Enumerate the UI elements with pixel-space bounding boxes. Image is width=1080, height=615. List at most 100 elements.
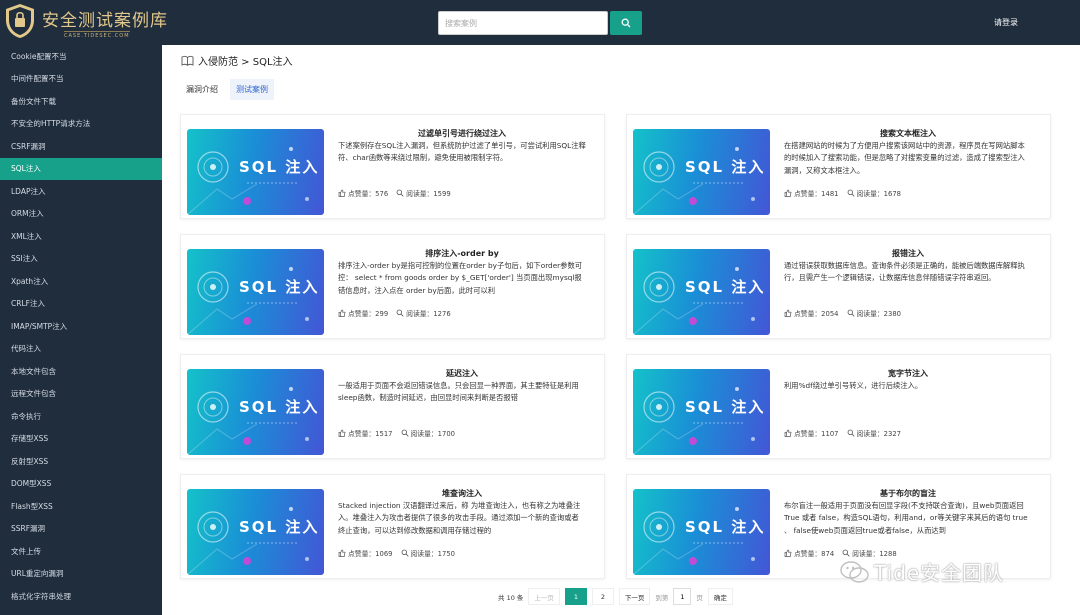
likes-stat: 点赞量：1517 <box>338 428 393 438</box>
case-stats: 点赞量：1517 阅读量：1700 <box>338 428 455 438</box>
case-thumbnail[interactable]: SQL 注入 <box>187 489 324 575</box>
thumbs-up-icon <box>338 189 346 197</box>
case-card[interactable]: SQL 注入 过滤单引号进行绕过注入 下述案例存在SQL注入漏洞，但系统防护过滤了单… <box>180 114 605 219</box>
login-link[interactable]: 请登录 <box>994 17 1018 28</box>
case-title[interactable]: 报错注入 <box>784 248 1032 259</box>
sidebar-item[interactable]: XML注入 <box>0 225 162 248</box>
case-thumbnail[interactable]: SQL 注入 <box>187 369 324 455</box>
sidebar-item[interactable]: SQL注入 <box>0 157 162 180</box>
case-description: 利用%df绕过单引号转义，进行后续注入。 <box>784 381 923 390</box>
sidebar-item[interactable]: 本地文件包含 <box>0 360 162 383</box>
likes-stat: 点赞量：1069 <box>338 548 393 558</box>
goto-page-input[interactable] <box>673 588 692 605</box>
sidebar-item[interactable]: SSI注入 <box>0 248 162 271</box>
breadcrumb: 入侵防范 > SQL注入 <box>181 53 293 68</box>
sidebar-item[interactable]: CSRF漏洞 <box>0 135 162 158</box>
case-thumbnail[interactable]: SQL 注入 <box>187 249 324 335</box>
case-card[interactable]: SQL 注入 宽字节注入 利用%df绕过单引号转义，进行后续注入。 点赞量：1107 阅… <box>626 354 1051 459</box>
thumbnail-label: SQL 注入 <box>685 158 766 176</box>
likes-stat: 点赞量：874 <box>784 548 834 558</box>
sidebar-item[interactable]: 格式化字符串处理 <box>0 585 162 608</box>
case-card[interactable]: SQL 注入 报错注入通过错误获取数据库信息。查询条件必须是正确的，能被后端数据库… <box>626 234 1051 339</box>
sidebar-item[interactable]: Xpath注入 <box>0 270 162 293</box>
thumbs-up-icon <box>784 549 792 557</box>
reads-count: 阅读量：2327 <box>856 430 902 438</box>
likes-count: 点赞量：1517 <box>348 430 393 438</box>
sidebar-item[interactable]: 命令执行 <box>0 405 162 428</box>
sidebar-item[interactable]: Cookie配置不当 <box>0 45 162 68</box>
pagination-total: 共 10 条 <box>498 593 524 602</box>
main-content: 入侵防范 > SQL注入 漏洞介绍 测试案例 SQL 注入 过滤单引号进行绕过注入… <box>162 45 1080 615</box>
case-title[interactable]: 基于布尔的盲注 <box>784 488 1032 499</box>
goto-confirm-button[interactable]: 确定 <box>707 588 733 605</box>
case-stats: 点赞量：2054 阅读量：2380 <box>784 308 901 318</box>
likes-count: 点赞量：576 <box>348 190 389 198</box>
case-thumbnail[interactable]: SQL 注入 <box>633 489 770 575</box>
sidebar-item[interactable]: 存储型XSS <box>0 428 162 451</box>
next-page-button[interactable]: 下一页 <box>618 588 651 605</box>
thumbnail-label: SQL 注入 <box>239 518 320 536</box>
reads-count: 阅读量：1750 <box>410 550 456 558</box>
case-thumbnail[interactable]: SQL 注入 <box>633 249 770 335</box>
wechat-icon <box>840 560 869 583</box>
sidebar-item[interactable]: 远程文件包含 <box>0 383 162 406</box>
sidebar-item[interactable]: 不安全的HTTP请求方法 <box>0 113 162 136</box>
tab-vuln-intro[interactable]: 漏洞介绍 <box>180 79 224 100</box>
likes-count: 点赞量：2054 <box>794 310 839 318</box>
sidebar-item[interactable]: Flash型XSS <box>0 495 162 518</box>
sidebar-item[interactable]: ORM注入 <box>0 203 162 226</box>
page-button-2[interactable]: 2 <box>591 588 614 605</box>
sidebar-item[interactable]: 备份文件下载 <box>0 90 162 113</box>
sidebar-item[interactable]: SSRF漏洞 <box>0 518 162 541</box>
sidebar-item[interactable]: LDAP注入 <box>0 180 162 203</box>
thumbnail-label: SQL 注入 <box>239 278 320 296</box>
case-stats: 点赞量：1069 阅读量：1750 <box>338 548 455 558</box>
sidebar-item[interactable]: 中间件配置不当 <box>0 68 162 91</box>
case-card[interactable]: SQL 注入 搜索文本框注入在搭建网站的时候为了方便用户搜索该网站中的资源，程序员… <box>626 114 1051 219</box>
case-description: 通过错误获取数据库信息。查询条件必须是正确的，能被后端数据库解释执行，且需产生一… <box>784 261 1025 283</box>
case-thumbnail[interactable]: SQL 注入 <box>187 129 324 215</box>
case-card[interactable]: SQL 注入 延迟注入 一般适用于页面不会返回错误信息。只会回显一种界面，其主要特征… <box>180 354 605 459</box>
likes-stat: 点赞量：576 <box>338 188 388 198</box>
pagination: 共 10 条 上一页 1 2 下一页 到第 页 确定 <box>498 588 733 605</box>
search-icon <box>847 189 855 197</box>
tab-test-cases[interactable]: 测试案例 <box>230 79 274 100</box>
search-button[interactable] <box>610 11 642 35</box>
case-description: 排序注入-order by是指可控制的位置在order by子句后，如下orde… <box>338 261 583 295</box>
likes-count: 点赞量：1481 <box>794 190 839 198</box>
case-title[interactable]: 延迟注入 <box>338 368 586 379</box>
sidebar-item[interactable]: 文件上传 <box>0 540 162 563</box>
site-logo[interactable]: 安全测试案例库 CASE.TIDESEC.COM <box>4 3 167 43</box>
page-button-1[interactable]: 1 <box>564 588 587 605</box>
case-card[interactable]: SQL 注入 堆查询注入 Stacked injection 汉语翻译过来后，称 为… <box>180 474 605 579</box>
book-icon <box>181 55 194 66</box>
case-title[interactable]: 排序注入-order by <box>338 248 586 259</box>
case-thumbnail[interactable]: SQL 注入 <box>633 369 770 455</box>
thumbnail-label: SQL 注入 <box>685 278 766 296</box>
reads-stat: 阅读量：1599 <box>396 188 451 198</box>
case-thumbnail[interactable]: SQL 注入 <box>633 129 770 215</box>
case-card[interactable]: SQL 注入 排序注入-order by 排序注入-order by是指可控制的位置… <box>180 234 605 339</box>
prev-page-button[interactable]: 上一页 <box>528 588 560 605</box>
sidebar-item[interactable]: URL重定向漏洞 <box>0 563 162 586</box>
case-title[interactable]: 过滤单引号进行绕过注入 <box>338 128 586 139</box>
search-icon <box>847 309 855 317</box>
search-input[interactable] <box>438 11 608 35</box>
sidebar-item[interactable]: CRLF注入 <box>0 293 162 316</box>
breadcrumb-text: 入侵防范 > SQL注入 <box>198 57 293 68</box>
search-icon <box>842 549 850 557</box>
case-title[interactable]: 宽字节注入 <box>784 368 1032 379</box>
case-title[interactable]: 搜索文本框注入 <box>784 128 1032 139</box>
reads-stat: 阅读量：2327 <box>847 428 902 438</box>
sidebar-item[interactable]: IMAP/SMTP注入 <box>0 315 162 338</box>
case-description: 在搭建网站的时候为了方便用户搜索该网站中的资源，程序员在写网站脚本的时候加入了搜… <box>784 141 1025 175</box>
sidebar-item[interactable]: DOM型XSS <box>0 473 162 496</box>
reads-count: 阅读量：1599 <box>406 190 451 198</box>
likes-stat: 点赞量：2054 <box>784 308 839 318</box>
sidebar-item[interactable]: 反射型XSS <box>0 450 162 473</box>
case-title[interactable]: 堆查询注入 <box>338 488 586 499</box>
search-icon <box>396 309 404 317</box>
reads-count: 阅读量：1276 <box>406 310 451 318</box>
watermark-text: Tide安全团队 <box>874 561 1005 585</box>
sidebar-item[interactable]: 代码注入 <box>0 338 162 361</box>
